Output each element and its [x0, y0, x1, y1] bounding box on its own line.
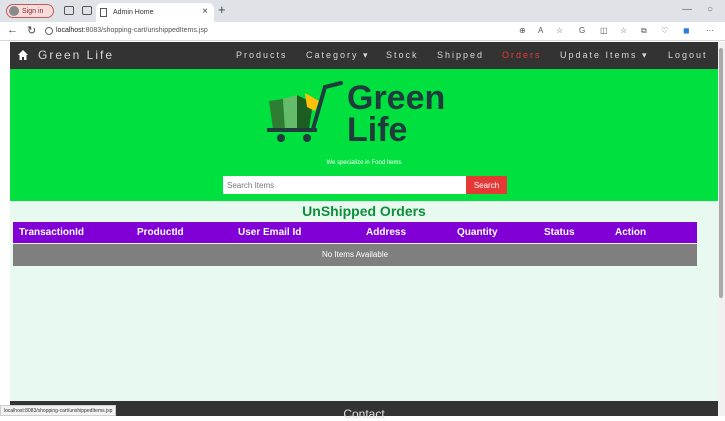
cart-logo-icon: [267, 81, 343, 142]
url-host: localhost: [56, 27, 84, 34]
collections-icon[interactable]: ⧉: [641, 26, 647, 36]
url-field[interactable]: localhost:8083/shopping-cart/unshippedIt…: [56, 27, 208, 34]
column-quantity: Quantity: [457, 227, 498, 238]
column-status: Status: [544, 227, 575, 238]
page-icon: [100, 8, 107, 17]
url-path: :8083/shopping-cart/unshippedItems.jsp: [83, 27, 208, 34]
read-aloud-icon[interactable]: A: [538, 26, 543, 35]
brand-link[interactable]: Green Life: [38, 48, 114, 62]
zoom-icon[interactable]: ⊕: [519, 26, 526, 35]
nav-update-items-dropdown[interactable]: Update Items ▾: [560, 50, 649, 61]
nav-products[interactable]: Products: [236, 50, 288, 60]
column-action: Action: [615, 227, 647, 238]
favorite-star-icon[interactable]: ☆: [556, 26, 563, 35]
copilot-icon[interactable]: ◼: [683, 26, 690, 35]
workspaces-icon[interactable]: [64, 6, 74, 15]
new-tab-button[interactable]: +: [218, 2, 226, 17]
nav-shipped[interactable]: Shipped: [437, 50, 484, 60]
hero-header: Green Life We specialize in Food Items S…: [10, 69, 718, 201]
page-scrollbar-thumb[interactable]: [719, 48, 723, 298]
nav-logout[interactable]: Logout: [668, 50, 708, 60]
tab-title: Admin Home: [113, 9, 154, 16]
more-menu-icon[interactable]: ⋯: [706, 26, 714, 35]
tagline: We specialize in Food Items: [326, 160, 402, 166]
site-navbar: Green Life Products Category ▾ Stock Shi…: [10, 42, 718, 69]
empty-table-message: No Items Available: [13, 244, 697, 266]
home-icon[interactable]: [17, 49, 29, 61]
nav-orders[interactable]: Orders: [502, 50, 542, 60]
page-title: UnShipped Orders: [302, 203, 426, 219]
address-bar: ← ↻ localhost:8083/shopping-cart/unshipp…: [0, 22, 725, 41]
logo-word-green: Green: [347, 79, 446, 117]
refresh-icon[interactable]: ↻: [27, 24, 36, 37]
extension-icon[interactable]: G: [579, 26, 585, 35]
browser-essentials-icon[interactable]: ♡: [661, 26, 668, 35]
logo-word-life: Life: [347, 111, 408, 149]
close-tab-icon[interactable]: ×: [202, 6, 208, 17]
split-screen-icon[interactable]: ◫: [600, 26, 608, 35]
minimize-icon[interactable]: —: [682, 4, 692, 15]
profile-icon: [9, 6, 19, 16]
column-product-id: ProductId: [137, 227, 184, 238]
column-user-email-id: User Email Id: [238, 227, 302, 238]
restore-icon[interactable]: ○: [707, 4, 713, 15]
tab-admin-home[interactable]: Admin Home ×: [96, 3, 214, 22]
search-input[interactable]: [223, 176, 466, 194]
orders-table-header: TransactionId ProductId User Email Id Ad…: [13, 222, 697, 243]
status-bar-url: localhost:8083/shopping-cart/unshippedIt…: [0, 405, 117, 416]
favorites-icon[interactable]: ☆: [620, 26, 627, 35]
back-icon[interactable]: ←: [7, 24, 18, 36]
search-button[interactable]: Search: [466, 176, 507, 194]
nav-stock[interactable]: Stock: [386, 50, 419, 60]
column-transaction-id: TransactionId: [19, 227, 85, 238]
nav-category-dropdown[interactable]: Category ▾: [306, 50, 370, 61]
signin-label: Sign in: [22, 7, 44, 15]
column-address: Address: [366, 227, 407, 238]
signin-button[interactable]: Sign in: [6, 4, 54, 18]
tab-actions-icon[interactable]: [82, 6, 92, 15]
site-info-icon[interactable]: [45, 27, 53, 35]
browser-tab-bar: Sign in Admin Home × + — ○: [0, 0, 725, 22]
